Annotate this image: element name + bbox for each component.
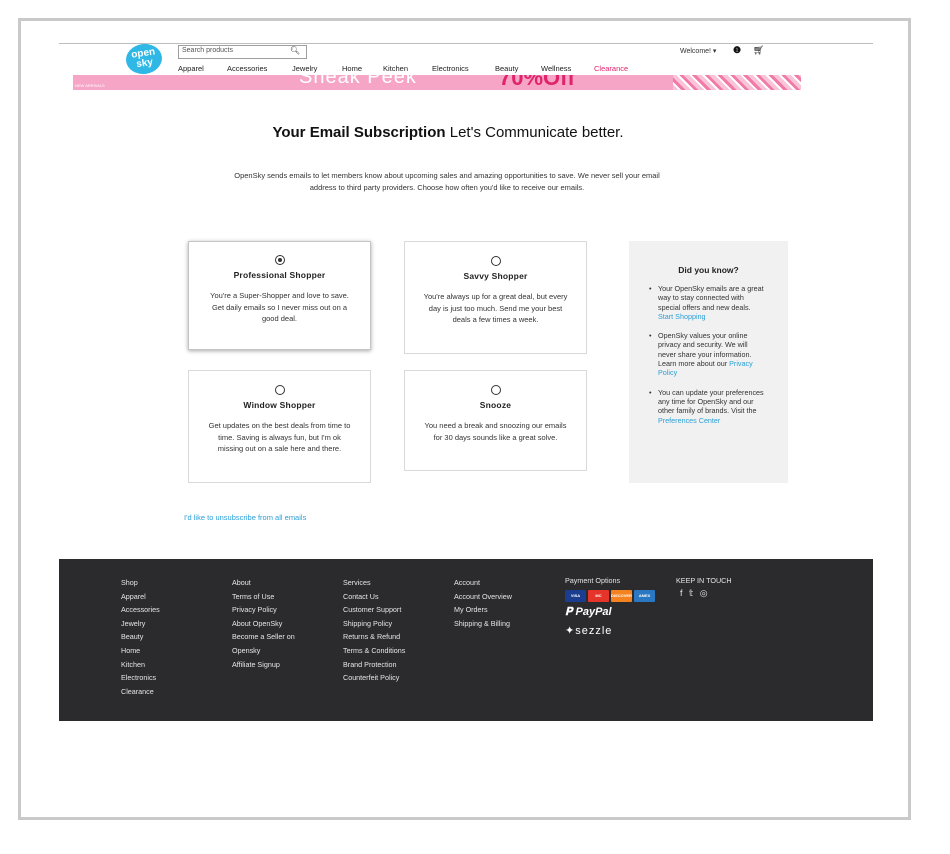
nav-item-clearance[interactable]: Clearance [594, 64, 628, 73]
footer-link[interactable]: Home [121, 644, 160, 658]
option-card-professional[interactable]: Professional Shopper You're a Super-Shop… [188, 241, 371, 350]
footer-heading-services: Services [343, 578, 371, 587]
footer-link[interactable]: Privacy Policy [232, 603, 295, 617]
account-menu[interactable]: Welcome! ▾ [680, 47, 716, 55]
keep-in-touch-heading: KEEP IN TOUCH [676, 576, 732, 585]
preferences-center-link[interactable]: Preferences Center [658, 416, 720, 425]
nav-item-kitchen[interactable]: Kitchen [383, 64, 408, 73]
nav-item-beauty[interactable]: Beauty [495, 64, 518, 73]
page-title: Your Email Subscription Let's Communicat… [200, 124, 696, 141]
did-you-know-list: Your OpenSky emails are a great way to s… [649, 284, 767, 435]
footer-link[interactable]: Affiliate Signup [232, 658, 295, 672]
tip-text: Your OpenSky emails are a great way to s… [658, 284, 764, 312]
search-icon[interactable]: 🔍︎ [290, 46, 300, 55]
banner-discount-text: 70%Off [499, 75, 575, 90]
nav-item-accessories[interactable]: Accessories [227, 64, 267, 73]
cart-icon[interactable]: 🛒︎ [753, 45, 764, 56]
footer-link[interactable]: Account Overview [454, 590, 512, 604]
card-description: You're always up for a great deal, but e… [423, 292, 568, 324]
sezzle-logo: ✦sezzle [565, 625, 613, 637]
search-input[interactable]: Search products 🔍︎ [178, 45, 307, 59]
social-links: f 𝕥 ◎ [680, 588, 712, 599]
card-description: You need a break and snoozing our emails… [424, 421, 567, 442]
option-card-savvy[interactable]: Savvy Shopper You're always up for a gre… [404, 241, 587, 354]
paypal-text: PayPal [575, 606, 612, 618]
nav-item-electronics[interactable]: Electronics [432, 64, 469, 73]
banner-left-text: NEW ARRIVALS [75, 83, 105, 88]
payment-options-heading: Payment Options [565, 576, 621, 585]
facebook-icon[interactable]: f [680, 588, 683, 598]
footer-link[interactable]: Electronics [121, 671, 160, 685]
footer-link[interactable]: Kitchen [121, 658, 160, 672]
radio-snooze[interactable] [490, 385, 501, 395]
footer-link[interactable]: Opensky [232, 644, 295, 658]
sezzle-text: sezzle [575, 625, 613, 637]
promo-banner[interactable]: NEW ARRIVALS Sneak Peek 70%Off [73, 75, 801, 90]
did-you-know-title: Did you know? [678, 265, 739, 275]
banner-flowers-image [673, 75, 801, 90]
option-card-window[interactable]: Window Shopper Get updates on the best d… [188, 370, 371, 483]
footer-link[interactable]: Returns & Refund [343, 630, 405, 644]
footer-link[interactable]: Terms of Use [232, 590, 295, 604]
list-item: OpenSky values your online privacy and s… [649, 331, 767, 377]
footer-link[interactable]: Shipping & Billing [454, 617, 512, 631]
footer-link[interactable]: Brand Protection [343, 658, 405, 672]
did-you-know-panel: Did you know? Your OpenSky emails are a … [629, 241, 788, 483]
footer-link[interactable]: Counterfeit Policy [343, 671, 405, 685]
banner-main-text: Sneak Peek [299, 75, 417, 88]
nav-item-jewelry[interactable]: Jewelry [292, 64, 317, 73]
card-title: Window Shopper [243, 400, 316, 410]
search-placeholder: Search products [182, 47, 233, 54]
mastercard-logo: MC [588, 590, 609, 602]
nav-item-home[interactable]: Home [342, 64, 362, 73]
amex-logo: AMEX [634, 590, 655, 602]
footer-link[interactable]: Contact Us [343, 590, 405, 604]
unsubscribe-all-link[interactable]: I'd like to unsubscribe from all emails [184, 513, 306, 522]
footer-heading-account: Account [454, 578, 480, 587]
start-shopping-link[interactable]: Start Shopping [658, 312, 706, 321]
footer-link[interactable]: About OpenSky [232, 617, 295, 631]
footer-link[interactable]: Shipping Policy [343, 617, 405, 631]
paypal-logo: 𝐏 PayPal [565, 606, 612, 618]
nav-item-apparel[interactable]: Apparel [178, 64, 204, 73]
nav-item-wellness[interactable]: Wellness [541, 64, 571, 73]
footer-heading-shop: Shop [121, 578, 138, 587]
instagram-icon[interactable]: ◎ [700, 588, 708, 598]
footer-link[interactable]: Become a Seller on [232, 630, 295, 644]
page-title-rest: Let's Communicate better. [445, 124, 624, 141]
list-item: You can update your preferences any time… [649, 388, 767, 425]
footer-link[interactable]: Customer Support [343, 603, 405, 617]
radio-professional[interactable] [274, 255, 285, 265]
footer-col-about: About Terms of Use Privacy Policy About … [232, 576, 295, 671]
card-title: Professional Shopper [233, 270, 326, 280]
footer-link[interactable]: Apparel [121, 590, 160, 604]
footer-link[interactable]: My Orders [454, 603, 512, 617]
visa-logo: VISA [565, 590, 586, 602]
footer-col-shop: Shop Apparel Accessories Jewelry Beauty … [121, 576, 160, 698]
page-title-bold: Your Email Subscription [272, 124, 446, 141]
footer-heading-about: About [232, 578, 251, 587]
card-title: Snooze [479, 400, 512, 410]
footer-link[interactable]: Beauty [121, 630, 160, 644]
intro-text: OpenSky sends emails to let members know… [234, 171, 660, 192]
footer-link[interactable]: Terms & Conditions [343, 644, 405, 658]
site-footer: Shop Apparel Accessories Jewelry Beauty … [59, 559, 873, 721]
card-description: You're a Super-Shopper and love to save.… [210, 291, 349, 323]
footer-link[interactable]: Jewelry [121, 617, 160, 631]
twitter-icon[interactable]: 𝕥 [689, 588, 693, 598]
footer-col-account: Account Account Overview My Orders Shipp… [454, 576, 512, 630]
radio-savvy[interactable] [490, 256, 501, 266]
card-description: Get updates on the best deals from time … [208, 421, 351, 453]
help-icon[interactable]: ❶ [733, 45, 741, 56]
footer-link[interactable]: Accessories [121, 603, 160, 617]
discover-logo: DISCOVER [611, 590, 632, 602]
list-item: Your OpenSky emails are a great way to s… [649, 284, 767, 321]
footer-link[interactable]: Clearance [121, 685, 160, 699]
tip-text: You can update your preferences any time… [658, 387, 764, 416]
card-title: Savvy Shopper [463, 271, 528, 281]
option-card-snooze[interactable]: Snooze You need a break and snoozing our… [404, 370, 587, 471]
footer-col-services: Services Contact Us Customer Support Shi… [343, 576, 405, 685]
radio-window[interactable] [274, 385, 285, 395]
